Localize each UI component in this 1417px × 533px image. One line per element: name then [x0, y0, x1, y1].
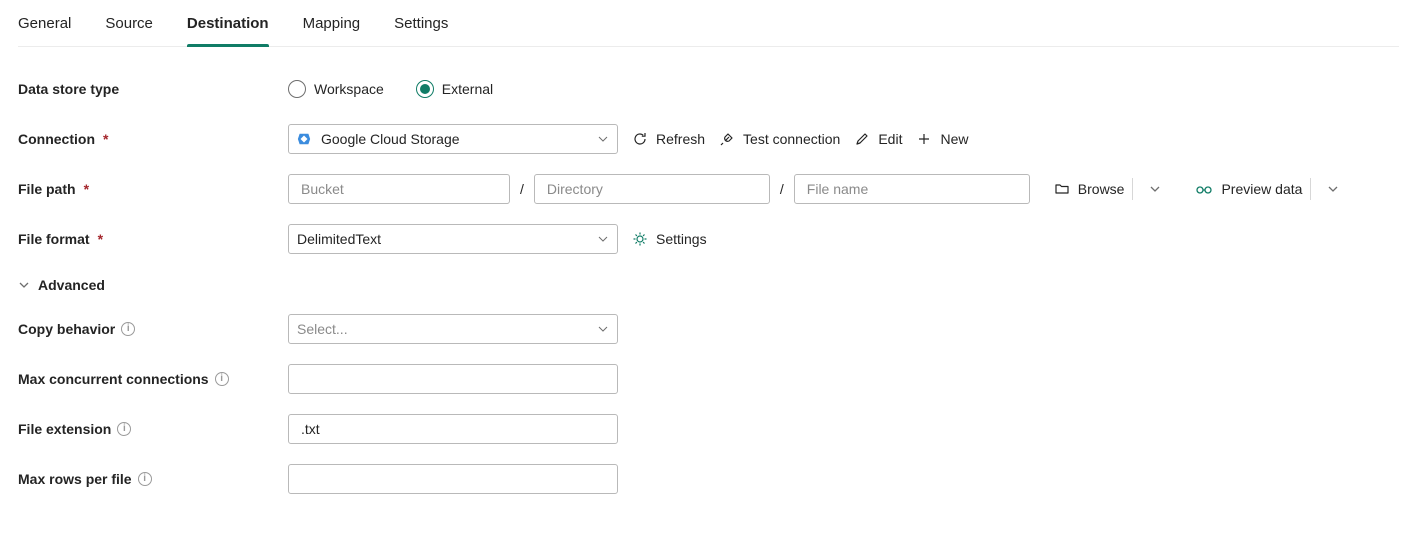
- info-icon[interactable]: i: [121, 322, 135, 336]
- required-icon: *: [98, 231, 103, 247]
- browse-dropdown[interactable]: [1141, 175, 1169, 203]
- folder-icon: [1054, 181, 1070, 197]
- label-max-concurrent-text: Max concurrent connections: [18, 371, 209, 387]
- row-connection: Connection * Google Cloud Storage: [18, 123, 1399, 155]
- preview-data-label: Preview data: [1221, 181, 1302, 197]
- chevron-down-icon: [597, 323, 609, 335]
- test-connection-label: Test connection: [743, 131, 840, 147]
- radio-outer-icon: [416, 80, 434, 98]
- path-separator: /: [518, 181, 526, 197]
- divider: [1310, 178, 1311, 200]
- max-concurrent-input[interactable]: [299, 370, 607, 388]
- row-data-store-type: Data store type Workspace External: [18, 73, 1399, 105]
- file-extension-input[interactable]: [299, 420, 607, 438]
- radio-outer-icon: [288, 80, 306, 98]
- plus-icon: [916, 131, 932, 147]
- row-file-path: File path * / /: [18, 173, 1399, 205]
- info-icon[interactable]: i: [138, 472, 152, 486]
- chevron-down-icon: [597, 233, 609, 245]
- chevron-down-icon: [18, 279, 30, 291]
- max-rows-input-wrap: [288, 464, 618, 494]
- row-max-concurrent: Max concurrent connections i: [18, 363, 1399, 395]
- plug-icon: [719, 131, 735, 147]
- label-max-rows-text: Max rows per file: [18, 471, 132, 487]
- radio-inner-icon: [420, 84, 430, 94]
- label-max-rows: Max rows per file i: [18, 471, 288, 487]
- pencil-icon: [854, 131, 870, 147]
- radio-workspace[interactable]: Workspace: [288, 80, 384, 98]
- label-copy-behavior: Copy behavior i: [18, 321, 288, 337]
- label-connection-text: Connection: [18, 131, 95, 147]
- label-data-store-type: Data store type: [18, 81, 288, 97]
- row-file-format: File format * DelimitedText Settings: [18, 223, 1399, 255]
- file-format-select[interactable]: DelimitedText: [288, 224, 618, 254]
- glasses-icon: [1195, 181, 1213, 197]
- google-cloud-storage-icon: [297, 132, 311, 146]
- format-settings-label: Settings: [656, 231, 707, 247]
- path-separator: /: [778, 181, 786, 197]
- label-file-format: File format *: [18, 231, 288, 247]
- required-icon: *: [103, 131, 108, 147]
- connection-select[interactable]: Google Cloud Storage: [288, 124, 618, 154]
- gear-icon: [632, 231, 648, 247]
- radio-workspace-label: Workspace: [314, 81, 384, 97]
- refresh-button[interactable]: Refresh: [632, 131, 705, 147]
- copy-behavior-placeholder: Select...: [297, 321, 348, 337]
- file-format-selected-value: DelimitedText: [297, 231, 381, 247]
- row-file-extension: File extension i: [18, 413, 1399, 445]
- edit-button[interactable]: Edit: [854, 131, 902, 147]
- radio-external-label: External: [442, 81, 493, 97]
- new-button[interactable]: New: [916, 131, 968, 147]
- tab-settings[interactable]: Settings: [394, 15, 448, 46]
- browse-label: Browse: [1078, 181, 1125, 197]
- label-max-concurrent: Max concurrent connections i: [18, 371, 288, 387]
- tab-destination[interactable]: Destination: [187, 15, 269, 46]
- label-file-extension-text: File extension: [18, 421, 111, 437]
- label-file-extension: File extension i: [18, 421, 288, 437]
- filename-input[interactable]: [805, 180, 1019, 198]
- directory-input[interactable]: [545, 180, 759, 198]
- advanced-toggle[interactable]: Advanced: [18, 277, 105, 293]
- new-label: New: [940, 131, 968, 147]
- chevron-down-icon: [597, 133, 609, 145]
- test-connection-button[interactable]: Test connection: [719, 131, 840, 147]
- label-connection: Connection *: [18, 131, 288, 147]
- divider: [1132, 178, 1133, 200]
- tab-mapping[interactable]: Mapping: [303, 15, 361, 46]
- required-icon: *: [84, 181, 89, 197]
- label-file-path: File path *: [18, 181, 288, 197]
- row-copy-behavior: Copy behavior i Select...: [18, 313, 1399, 345]
- browse-button[interactable]: Browse: [1054, 181, 1125, 197]
- refresh-icon: [632, 131, 648, 147]
- tabs: General Source Destination Mapping Setti…: [18, 0, 1399, 47]
- directory-input-wrap: [534, 174, 770, 204]
- tab-general[interactable]: General: [18, 15, 71, 46]
- info-icon[interactable]: i: [215, 372, 229, 386]
- copy-behavior-select[interactable]: Select...: [288, 314, 618, 344]
- label-file-path-text: File path: [18, 181, 76, 197]
- preview-dropdown[interactable]: [1319, 175, 1347, 203]
- filename-input-wrap: [794, 174, 1030, 204]
- advanced-label: Advanced: [38, 277, 105, 293]
- format-settings-button[interactable]: Settings: [632, 231, 707, 247]
- connection-selected-value: Google Cloud Storage: [321, 131, 460, 147]
- radio-external[interactable]: External: [416, 80, 493, 98]
- row-max-rows: Max rows per file i: [18, 463, 1399, 495]
- bucket-input[interactable]: [299, 180, 499, 198]
- file-extension-input-wrap: [288, 414, 618, 444]
- edit-label: Edit: [878, 131, 902, 147]
- tab-source[interactable]: Source: [105, 15, 153, 46]
- max-rows-input[interactable]: [299, 470, 607, 488]
- refresh-label: Refresh: [656, 131, 705, 147]
- label-copy-behavior-text: Copy behavior: [18, 321, 115, 337]
- bucket-input-wrap: [288, 174, 510, 204]
- label-file-format-text: File format: [18, 231, 90, 247]
- max-concurrent-input-wrap: [288, 364, 618, 394]
- preview-data-button[interactable]: Preview data: [1195, 181, 1302, 197]
- info-icon[interactable]: i: [117, 422, 131, 436]
